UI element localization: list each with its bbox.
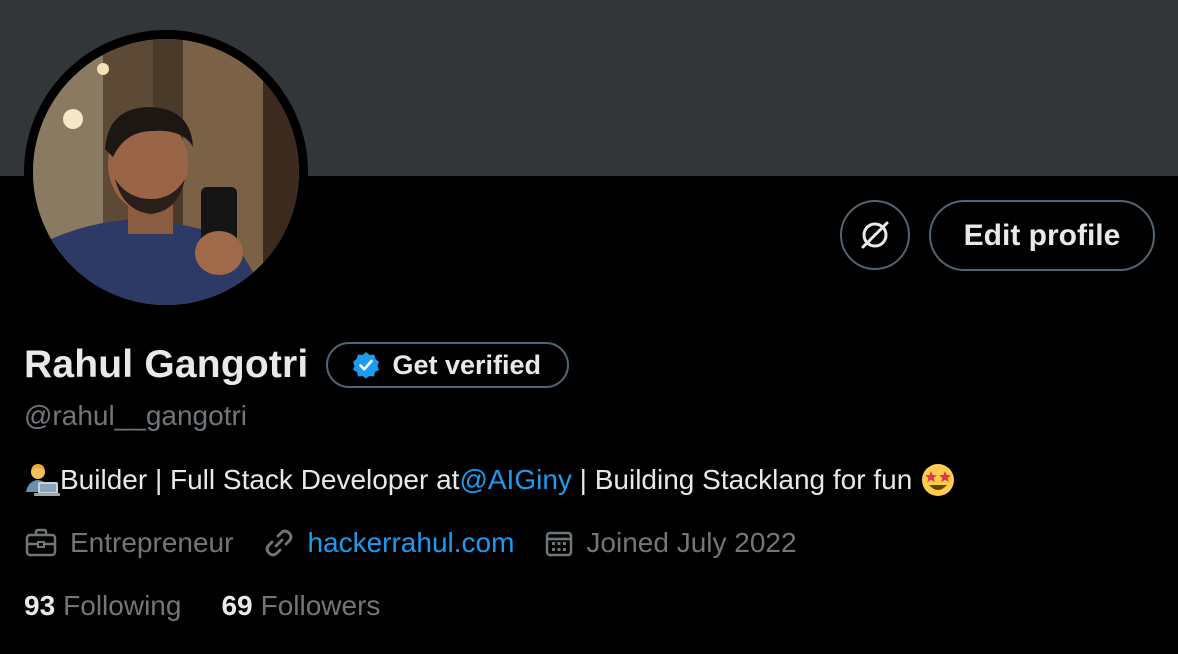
slashed-circle-icon	[861, 221, 889, 249]
followers-count: 69	[221, 590, 253, 621]
edit-profile-button[interactable]: Edit profile	[929, 200, 1155, 271]
bio-mention-link[interactable]: @AIGiny	[459, 464, 571, 496]
technologist-emoji	[26, 464, 60, 496]
get-verified-button[interactable]: Get verified	[326, 342, 570, 388]
following-link[interactable]: 93 Following	[24, 590, 181, 622]
briefcase-icon	[25, 528, 57, 557]
following-count: 93	[24, 590, 56, 621]
website-item: hackerrahul.com	[263, 527, 514, 559]
followers-label: Followers	[260, 590, 381, 621]
more-options-button[interactable]	[840, 200, 910, 270]
followers-link[interactable]: 69 Followers	[221, 590, 380, 622]
bio-text-before: Builder | Full Stack Developer at	[60, 464, 460, 495]
profession-label: Entrepreneur	[70, 527, 234, 558]
verified-badge-icon	[353, 352, 380, 379]
following-label: Following	[63, 590, 182, 621]
star-struck-emoji	[922, 464, 955, 496]
joined-date: Joined July 2022	[586, 527, 797, 558]
profile-handle: @rahul__gangotri	[24, 400, 248, 431]
bio-text-after: | Building Stacklang for fun	[571, 464, 921, 495]
get-verified-label: Get verified	[392, 349, 542, 380]
website-link[interactable]: hackerrahul.com	[307, 527, 514, 559]
link-icon	[266, 529, 293, 557]
profession-item: Entrepreneur	[24, 526, 233, 560]
profile-bio: Builder | Full Stack Developer at @AIGin…	[24, 462, 956, 498]
profile-name: Rahul Gangotri	[24, 343, 309, 386]
name-row: Rahul Gangotri Get verified	[24, 342, 570, 388]
profile-stats: 93 Following 69 Followers	[24, 590, 420, 622]
profile-meta: Entrepreneur hackerrahul.com Joined July…	[24, 526, 827, 560]
avatar[interactable]	[33, 39, 299, 305]
joined-item: Joined July 2022	[544, 527, 797, 559]
calendar-icon	[546, 531, 573, 557]
